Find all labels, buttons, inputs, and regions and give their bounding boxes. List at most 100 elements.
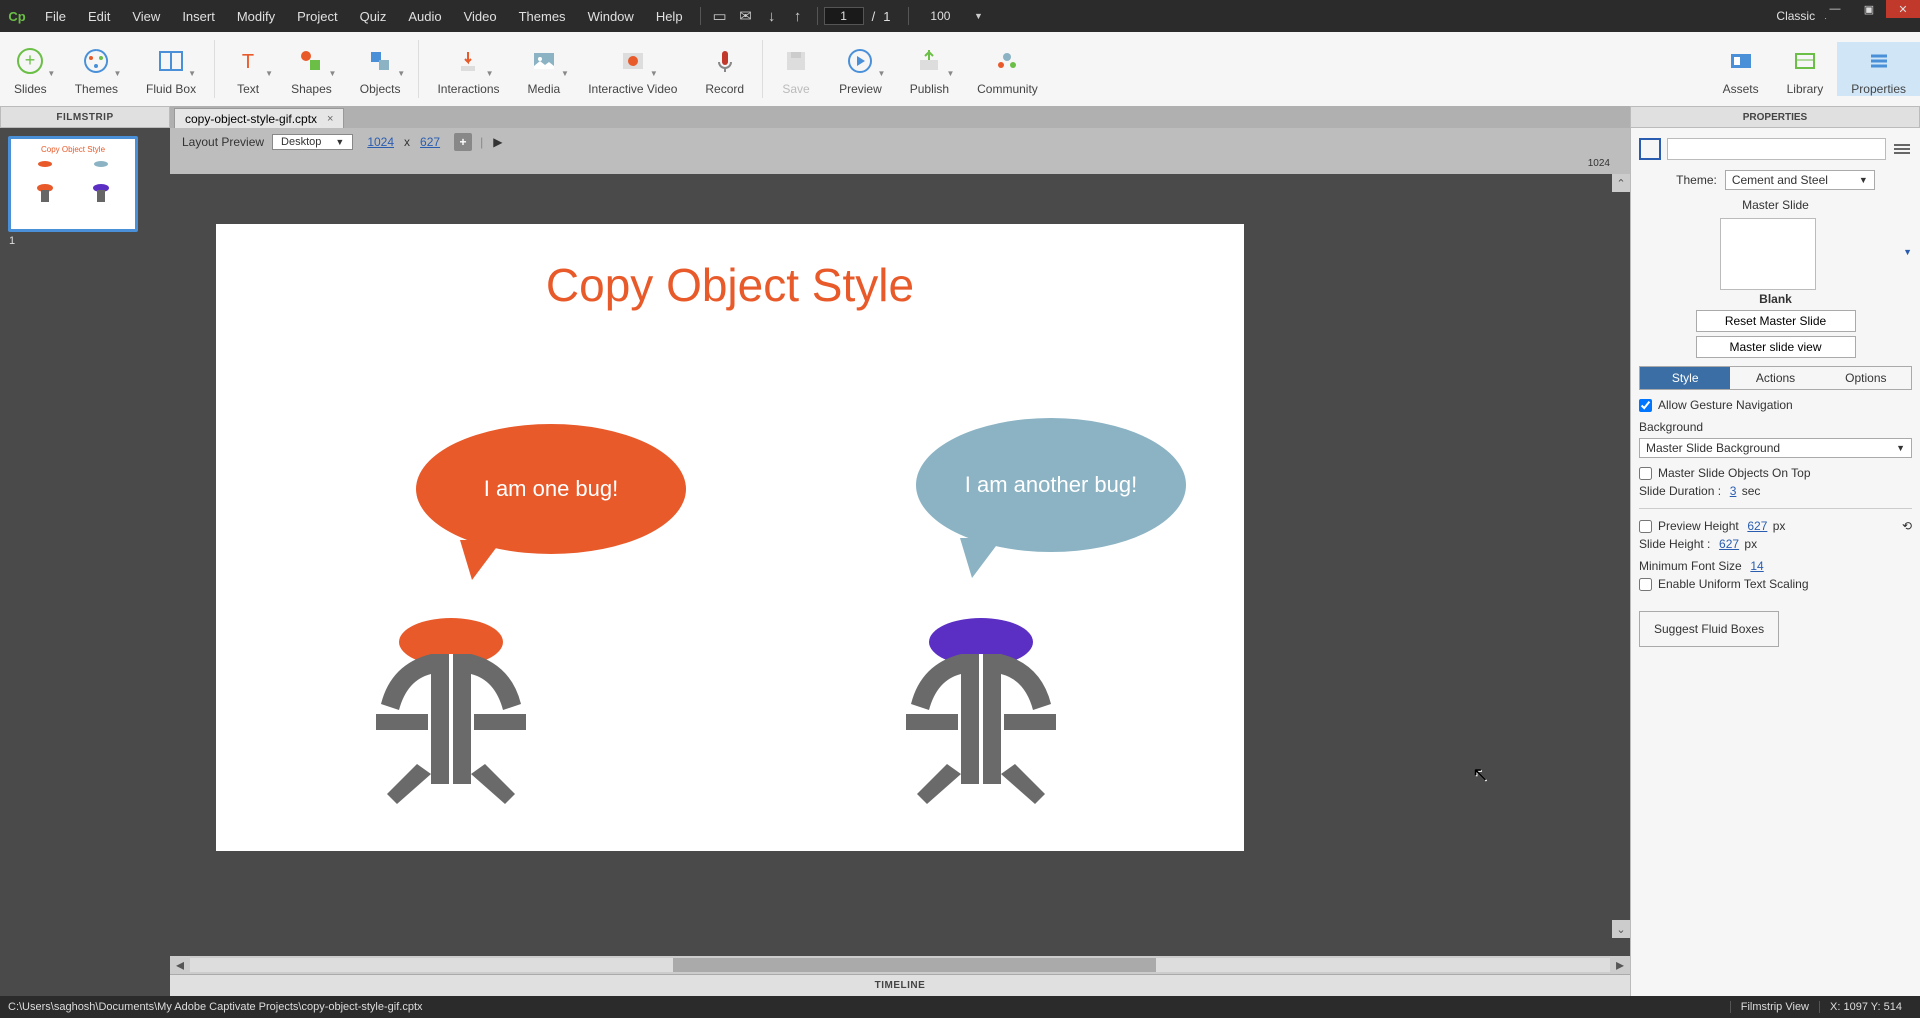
library-button[interactable]: Library: [1773, 42, 1838, 96]
slide-duration-value[interactable]: 3: [1730, 484, 1737, 498]
scroll-left-button[interactable]: ◂: [170, 955, 190, 975]
height-value[interactable]: 627: [420, 135, 440, 149]
scroll-track[interactable]: [190, 958, 1610, 972]
menu-themes[interactable]: Themes: [508, 9, 577, 24]
maximize-button[interactable]: ▣: [1852, 0, 1886, 18]
thumb-index: 1: [9, 235, 15, 247]
save-button: Save: [767, 42, 825, 96]
master-objects-top-checkbox[interactable]: [1639, 467, 1652, 480]
workspace-label: Classic: [1776, 9, 1815, 23]
interactions-button[interactable]: ▼Interactions: [423, 42, 513, 96]
slide-canvas[interactable]: Copy Object Style I am one bug! I am ano…: [216, 224, 1244, 851]
assets-button[interactable]: Assets: [1709, 42, 1773, 96]
slide-height-value[interactable]: 627: [1719, 537, 1739, 551]
tab-actions[interactable]: Actions: [1730, 367, 1820, 389]
close-button[interactable]: ✕: [1886, 0, 1920, 18]
uniform-scaling-checkbox[interactable]: [1639, 578, 1652, 591]
preview-height-value[interactable]: 627: [1747, 519, 1767, 533]
menu-file[interactable]: File: [34, 9, 77, 24]
object-type-icon: [1639, 138, 1661, 160]
layout-preview-label: Layout Preview: [182, 135, 264, 149]
speech-bubble-1[interactable]: I am one bug!: [416, 424, 686, 554]
scroll-up-button[interactable]: ⌃: [1612, 174, 1630, 192]
toolbar-ribbon: +▼Slides ▼Themes ▼Fluid Box T▼Text ▼Shap…: [0, 32, 1920, 106]
tab-options[interactable]: Options: [1821, 367, 1911, 389]
mail-icon[interactable]: ✉: [733, 3, 759, 29]
themes-button[interactable]: ▼Themes: [61, 42, 132, 96]
preview-device-icon[interactable]: ▭: [707, 3, 733, 29]
dimension-x: x: [404, 135, 410, 149]
menu-modify[interactable]: Modify: [226, 9, 286, 24]
master-slide-thumb[interactable]: [1720, 218, 1816, 290]
zoom-input[interactable]: 100: [915, 9, 965, 23]
tab-style[interactable]: Style: [1640, 367, 1730, 389]
bug-shape-2[interactable]: [866, 604, 1096, 819]
record-button[interactable]: Record: [691, 42, 758, 96]
menu-help[interactable]: Help: [645, 9, 694, 24]
menu-insert[interactable]: Insert: [171, 9, 226, 24]
page-current-input[interactable]: 1: [824, 7, 864, 25]
allow-gesture-label: Allow Gesture Navigation: [1658, 398, 1793, 412]
allow-gesture-checkbox[interactable]: [1639, 399, 1652, 412]
bug-shape-1[interactable]: [336, 604, 566, 819]
add-breakpoint-button[interactable]: +: [454, 133, 472, 151]
menu-audio[interactable]: Audio: [397, 9, 452, 24]
link-height-icon[interactable]: ⟲: [1902, 519, 1912, 533]
timeline-header[interactable]: TIMELINE: [170, 974, 1630, 996]
fluidbox-button[interactable]: ▼Fluid Box: [132, 42, 210, 96]
status-view: Filmstrip View: [1730, 1001, 1819, 1013]
community-button[interactable]: Community: [963, 42, 1052, 96]
slides-button[interactable]: +▼Slides: [0, 42, 61, 96]
menu-edit[interactable]: Edit: [77, 9, 121, 24]
thumb-title: Copy Object Style: [17, 145, 129, 154]
width-value[interactable]: 1024: [367, 135, 394, 149]
speech-bubble-2[interactable]: I am another bug!: [916, 418, 1186, 552]
preview-height-checkbox[interactable]: [1639, 520, 1652, 533]
text-button[interactable]: T▼Text: [219, 42, 277, 96]
slide-thumbnail-1[interactable]: Copy Object Style 1: [8, 136, 138, 232]
upload-icon[interactable]: ↑: [785, 3, 811, 29]
menu-quiz[interactable]: Quiz: [349, 9, 398, 24]
theme-label: Theme:: [1676, 173, 1717, 187]
suggest-fluid-boxes-button[interactable]: Suggest Fluid Boxes: [1639, 611, 1779, 647]
stage[interactable]: ⌃ ⌄ Copy Object Style I am one bug! I am…: [170, 174, 1630, 956]
min-font-value[interactable]: 14: [1750, 559, 1763, 573]
properties-panel: Theme: Cement and Steel▼ Master Slide ▼ …: [1630, 128, 1920, 996]
menu-window[interactable]: Window: [577, 9, 645, 24]
device-dropdown[interactable]: Desktop▼: [272, 134, 353, 150]
horizontal-scrollbar[interactable]: ◂ ▸: [170, 956, 1630, 974]
menu-project[interactable]: Project: [286, 9, 348, 24]
shapes-button[interactable]: ▼Shapes: [277, 42, 346, 96]
scroll-down-button[interactable]: ⌄: [1612, 920, 1630, 938]
media-button[interactable]: ▼Media: [514, 42, 575, 96]
zoom-dropdown-icon[interactable]: ▼: [965, 3, 991, 29]
object-name-input[interactable]: [1667, 138, 1886, 160]
status-coords: X: 1097 Y: 514: [1819, 1001, 1912, 1013]
interactive-video-button[interactable]: ▼Interactive Video: [574, 42, 691, 96]
document-tab[interactable]: copy-object-style-gif.cptx ×: [174, 108, 344, 128]
reset-master-button[interactable]: Reset Master Slide: [1696, 310, 1856, 332]
publish-button[interactable]: ▼Publish: [896, 42, 963, 96]
preview-button[interactable]: ▼Preview: [825, 42, 896, 96]
scroll-thumb[interactable]: [673, 958, 1156, 972]
master-dropdown-icon[interactable]: ▼: [1903, 247, 1912, 257]
theme-dropdown[interactable]: Cement and Steel▼: [1725, 170, 1875, 190]
menu-video[interactable]: Video: [453, 9, 508, 24]
properties-button[interactable]: Properties: [1837, 42, 1920, 96]
download-icon[interactable]: ↓: [759, 3, 785, 29]
master-view-button[interactable]: Master slide view: [1696, 336, 1856, 358]
properties-header: PROPERTIES: [1630, 106, 1920, 128]
master-slide-name: Blank: [1639, 292, 1912, 306]
svg-text:T: T: [242, 51, 254, 73]
objects-button[interactable]: ▼Objects: [346, 42, 415, 96]
panel-menu-icon[interactable]: [1892, 139, 1912, 159]
close-tab-icon[interactable]: ×: [327, 113, 333, 125]
menu-view[interactable]: View: [121, 9, 171, 24]
background-dropdown[interactable]: Master Slide Background▼: [1639, 438, 1912, 458]
layout-preview-bar: Layout Preview Desktop▼ 1024 x 627 + | ▶: [170, 128, 1630, 156]
status-path: C:\Users\saghosh\Documents\My Adobe Capt…: [8, 1001, 423, 1013]
minimize-button[interactable]: —: [1818, 0, 1852, 18]
scroll-right-button[interactable]: ▸: [1610, 955, 1630, 975]
uniform-scaling-label: Enable Uniform Text Scaling: [1658, 577, 1809, 591]
play-icon[interactable]: ▶: [493, 135, 502, 149]
